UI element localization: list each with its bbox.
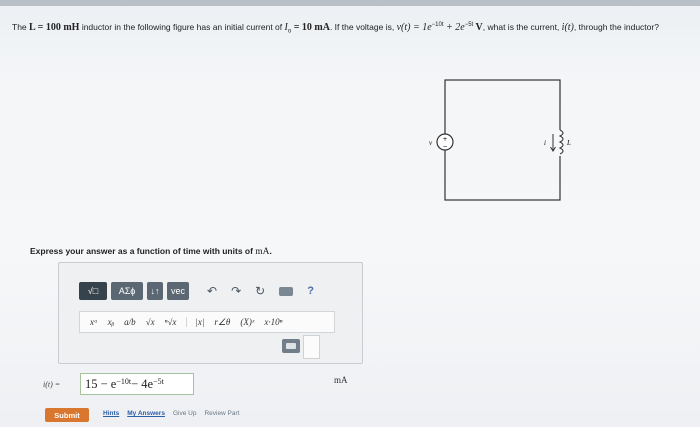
keyboard-icon[interactable] — [279, 286, 294, 296]
review-part-link[interactable]: Review Part — [204, 410, 239, 417]
answer-term1: 15 − e — [85, 376, 117, 391]
question-part3: . If the voltage is, — [329, 22, 397, 32]
prompt: Express your answer as a function of tim… — [30, 246, 272, 257]
vector-button[interactable]: vec — [167, 282, 189, 300]
sqrt-button[interactable]: √x — [146, 317, 155, 327]
inductor-label: L — [566, 139, 571, 147]
voltage-expr: v(t) = 1e — [396, 22, 432, 33]
top-bar — [0, 0, 700, 6]
circuit-diagram: + − v i L — [429, 79, 571, 201]
prompt-end: . — [269, 246, 272, 256]
question-part1: The — [12, 22, 30, 32]
inductance-expr: L = 100 mH — [29, 22, 80, 33]
prompt-unit: mA — [255, 247, 270, 257]
redo-icon[interactable]: ↷ — [231, 284, 241, 298]
superscript-button[interactable]: xᵃ — [90, 317, 98, 327]
answer-unit: mA — [334, 375, 348, 385]
submit-button[interactable]: Submit — [45, 408, 89, 422]
reset-icon[interactable]: ↻ — [255, 284, 265, 298]
voltage-unit: V — [473, 22, 483, 33]
undo-icon[interactable]: ↶ — [207, 284, 217, 298]
equation-editor: √□ ΑΣϕ ↓↑ vec ↶ ↷ ↻ ? xᵃ xᵦ a/b √x ⁿ√x |… — [58, 262, 363, 364]
answer-term2: − 4e — [131, 376, 154, 391]
fraction-button[interactable]: a/b — [124, 317, 136, 327]
give-up-link[interactable]: Give Up — [173, 410, 196, 417]
my-answers-link[interactable]: My Answers — [127, 410, 165, 417]
hints-link[interactable]: Hints — [103, 410, 119, 417]
answer-exp1: −10t — [116, 376, 132, 386]
source-label: v — [429, 139, 433, 147]
question-text: The L = 100 mH inductor in the following… — [12, 22, 692, 35]
editor-toolbar: √□ ΑΣϕ ↓↑ vec ↶ ↷ ↻ ? — [79, 282, 314, 300]
voltage-exp1: −10t — [431, 22, 444, 29]
help-icon[interactable]: ? — [307, 285, 314, 297]
symbol-toolbar: xᵃ xᵦ a/b √x ⁿ√x |x| r∠θ (X)ˣ x·10ⁿ — [79, 311, 335, 333]
vertical-layout-icon[interactable] — [303, 335, 320, 359]
source-plus: + — [442, 136, 447, 143]
answer-input[interactable]: 15 − e −10t − 4e −5t — [80, 373, 194, 395]
answer-exp2: −5t — [153, 376, 164, 386]
polar-button[interactable]: r∠θ — [214, 317, 230, 328]
voltage-exp2: −5t — [464, 22, 474, 29]
question-part5: , through the inductor? — [573, 22, 659, 32]
circuit-wire — [444, 79, 561, 201]
prompt-text: Express your answer as a function of tim… — [30, 246, 256, 256]
arrows-button[interactable]: ↓↑ — [147, 282, 163, 300]
voltage-plus: + 2e — [443, 22, 465, 33]
abs-button[interactable]: |x| — [186, 317, 204, 327]
initial-current-value: = 10 mA — [291, 22, 330, 33]
source-minus: − — [442, 143, 447, 150]
templates-button[interactable]: √□ — [79, 282, 107, 300]
scientific-notation-button[interactable]: x·10ⁿ — [264, 317, 282, 327]
question-part4: , what is the current, — [482, 22, 562, 32]
current-label: i — [544, 139, 546, 147]
question-part2: inductor in the following figure has an … — [79, 22, 285, 32]
vector-power-button[interactable]: (X)ˣ — [240, 317, 254, 327]
action-links: Hints My Answers Give Up Review Part — [103, 410, 247, 417]
answer-label: i(t) = — [43, 380, 61, 389]
keyboard-toggle-icon[interactable] — [282, 339, 300, 353]
current-symbol: i(t) — [561, 22, 574, 33]
nth-root-button[interactable]: ⁿ√x — [165, 317, 177, 327]
greek-symbols-button[interactable]: ΑΣϕ — [111, 282, 143, 300]
subscript-button[interactable]: xᵦ — [108, 317, 115, 327]
